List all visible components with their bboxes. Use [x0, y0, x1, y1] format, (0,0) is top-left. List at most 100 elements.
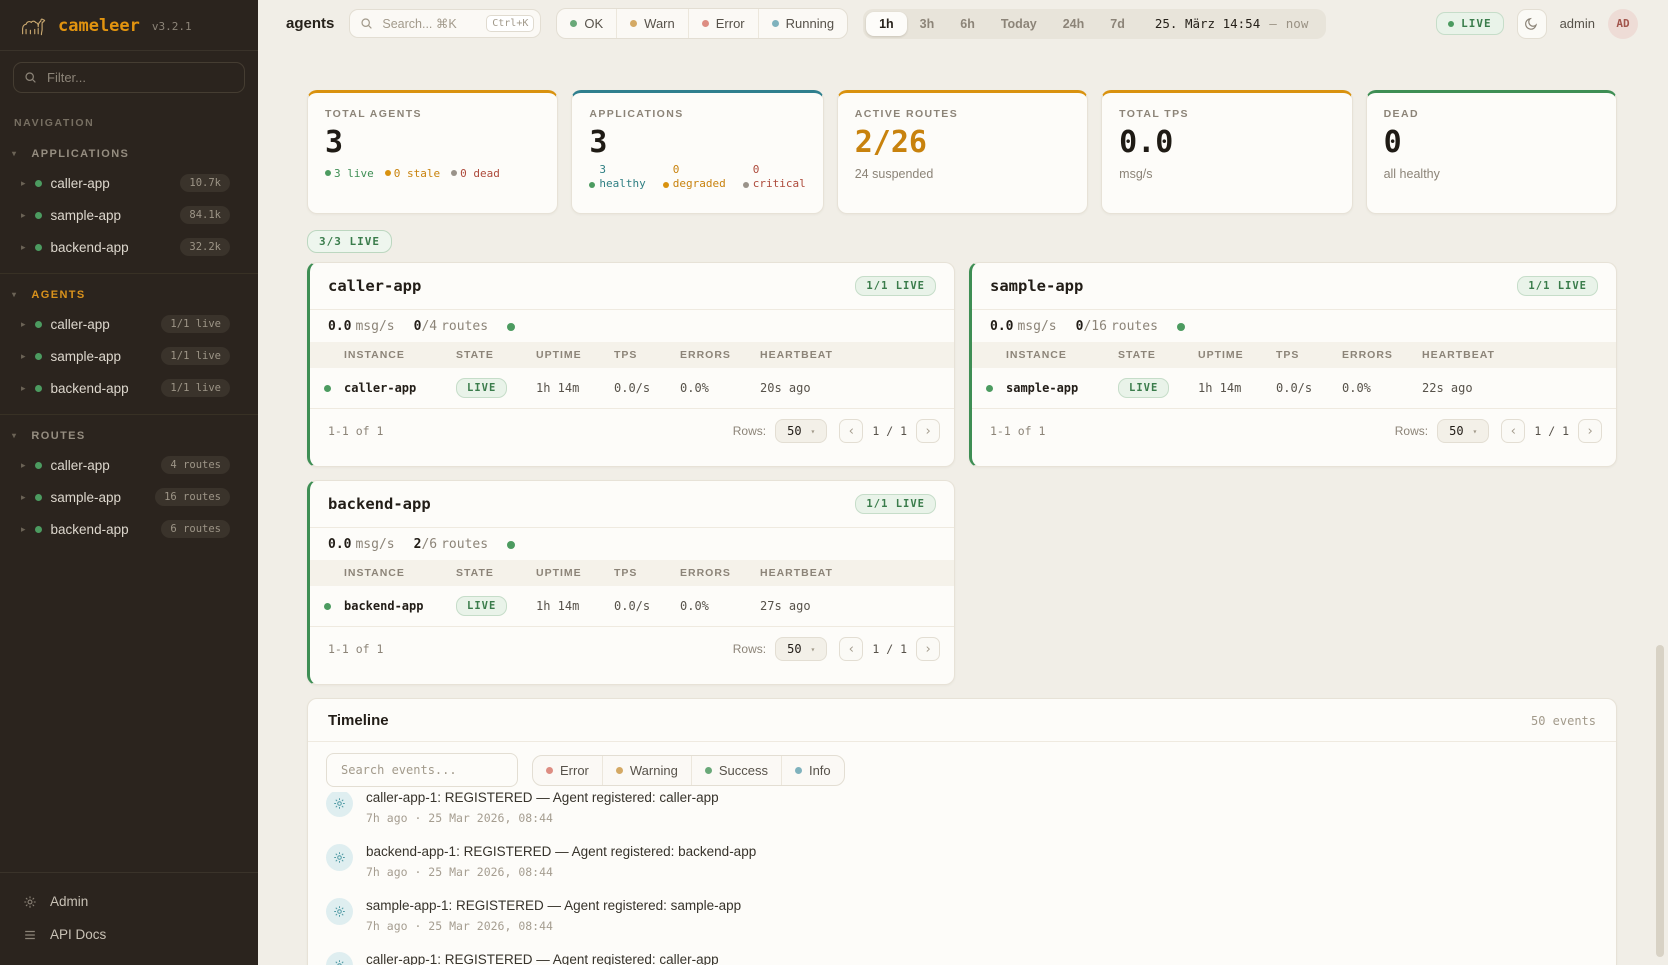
filter-label: OK — [584, 16, 603, 31]
table-row[interactable]: caller-app LIVE 1h 14m 0.0/s 0.0% 20s ag… — [310, 368, 954, 409]
chevron-left-icon: ‹ — [1509, 424, 1517, 439]
page-indicator: 1 / 1 — [1534, 424, 1569, 438]
status-dot — [35, 212, 42, 219]
page-scrollbar[interactable] — [1656, 645, 1664, 957]
page-indicator: 1 / 1 — [872, 424, 907, 438]
chevron-right-icon: ▸ — [21, 525, 26, 534]
next-page-button[interactable]: › — [916, 637, 940, 661]
range-today[interactable]: Today — [988, 12, 1050, 36]
timeline-events-list[interactable]: caller-app-1: REGISTERED — Agent registe… — [308, 792, 1616, 965]
routes-total: /6 — [421, 537, 437, 552]
warn-status-dot — [630, 20, 637, 27]
rows-per-page-select[interactable]: 50 ▾ — [1437, 419, 1489, 443]
sidebar-item-sample-app[interactable]: ▸ sample-app 84.1k — [0, 199, 258, 231]
filter-success[interactable]: Success — [691, 756, 781, 785]
chevron-down-icon: ▾ — [1473, 427, 1478, 436]
range-24h[interactable]: 24h — [1050, 12, 1098, 36]
range-7d[interactable]: 7d — [1097, 12, 1138, 36]
filter-ok[interactable]: OK — [557, 9, 616, 38]
timeline-search-input[interactable] — [339, 762, 505, 778]
critical-dot — [743, 182, 749, 188]
app-card-title[interactable]: caller-app — [328, 277, 421, 295]
section-header-applications[interactable]: ▾ APPLICATIONS — [0, 141, 258, 167]
cell-tps: 0.0/s — [1276, 381, 1342, 395]
sidebar-item-sample-app-agents[interactable]: ▸ sample-app 1/1 live — [0, 340, 258, 372]
stale-dot — [385, 170, 391, 176]
theme-toggle-button[interactable] — [1517, 9, 1547, 39]
global-search[interactable]: Ctrl+K — [349, 9, 541, 38]
timeline-event[interactable]: caller-app-1: REGISTERED — Agent registe… — [326, 792, 1598, 834]
instance-status-dot — [986, 385, 993, 392]
range-1h[interactable]: 1h — [866, 12, 907, 36]
rows-per-page-select[interactable]: 50 ▾ — [775, 637, 827, 661]
col-instance: INSTANCE — [344, 567, 456, 579]
filter-error[interactable]: Error — [533, 756, 602, 785]
sidebar-filter-input[interactable] — [45, 69, 234, 86]
stat-card-active-routes: ACTIVE ROUTES 2/26 24 suspended — [837, 90, 1088, 214]
sidebar-item-api-docs[interactable]: API Docs — [0, 918, 258, 951]
table-footer: 1-1 of 1 Rows: 50 ▾ ‹ 1 / 1 › — [310, 627, 954, 673]
sidebar-item-backend-app[interactable]: ▸ backend-app 32.2k — [0, 231, 258, 263]
sidebar-item-caller-app[interactable]: ▸ caller-app 10.7k — [0, 167, 258, 199]
rate-value: 0.0 — [328, 319, 351, 334]
global-search-input[interactable] — [380, 16, 479, 32]
timeline-event[interactable]: caller-app-1: REGISTERED — Agent registe… — [326, 942, 1598, 965]
event-timestamp: 7h ago · 25 Mar 2026, 08:44 — [366, 811, 719, 825]
next-page-button[interactable]: › — [1578, 419, 1602, 443]
range-6h[interactable]: 6h — [947, 12, 988, 36]
col-state: STATE — [456, 349, 536, 361]
sidebar-item-backend-app-routes[interactable]: ▸ backend-app 6 routes — [0, 513, 258, 545]
filter-error[interactable]: Error — [688, 9, 758, 38]
info-status-dot — [795, 767, 802, 774]
app-card-title[interactable]: sample-app — [990, 277, 1083, 295]
prev-page-button[interactable]: ‹ — [839, 637, 863, 661]
timeline-search[interactable] — [326, 753, 518, 787]
section-header-agents[interactable]: ▾ AGENTS — [0, 282, 258, 308]
range-3h[interactable]: 3h — [907, 12, 948, 36]
timeline-event[interactable]: backend-app-1: REGISTERED — Agent regist… — [326, 834, 1598, 888]
table-row[interactable]: backend-app LIVE 1h 14m 0.0/s 0.0% 27s a… — [310, 586, 954, 627]
event-title: backend-app-1: REGISTERED — Agent regist… — [366, 844, 756, 861]
filter-running[interactable]: Running — [758, 9, 847, 38]
sidebar-item-caller-app-routes[interactable]: ▸ caller-app 4 routes — [0, 449, 258, 481]
chevron-down-icon: ▾ — [811, 645, 816, 654]
col-errors: ERRORS — [1342, 349, 1422, 361]
rows-per-page-value: 50 — [787, 642, 801, 656]
chevron-right-icon: ▸ — [21, 461, 26, 470]
app-card-backend-app: backend-app 1/1 LIVE 0.0msg/s 2/6routes … — [307, 480, 955, 685]
filter-info[interactable]: Info — [781, 756, 844, 785]
apps-live-summary-badge: 3/3 LIVE — [307, 230, 392, 253]
critical-count: 0 — [753, 163, 806, 177]
routes-unit: routes — [441, 537, 488, 552]
error-status-dot — [702, 20, 709, 27]
search-icon — [360, 17, 373, 30]
stat-label: TOTAL TPS — [1119, 108, 1334, 120]
nav-section-label: NAVIGATION — [0, 97, 258, 133]
table-row[interactable]: sample-app LIVE 1h 14m 0.0/s 0.0% 22s ag… — [972, 368, 1616, 409]
sidebar-item-caller-app-agents[interactable]: ▸ caller-app 1/1 live — [0, 308, 258, 340]
sidebar-item-sample-app-routes[interactable]: ▸ sample-app 16 routes — [0, 481, 258, 513]
rows-per-page-select[interactable]: 50 ▾ — [775, 419, 827, 443]
prev-page-button[interactable]: ‹ — [1501, 419, 1525, 443]
health-dot — [1177, 323, 1185, 331]
status-dot — [35, 244, 42, 251]
section-header-routes[interactable]: ▾ ROUTES — [0, 423, 258, 449]
filter-warn[interactable]: Warn — [616, 9, 688, 38]
app-card-title[interactable]: backend-app — [328, 495, 431, 513]
next-page-button[interactable]: › — [916, 419, 940, 443]
chevron-right-icon: ▸ — [21, 179, 26, 188]
sidebar-filter[interactable] — [13, 62, 245, 93]
section-label: APPLICATIONS — [31, 148, 129, 160]
col-instance: INSTANCE — [344, 349, 456, 361]
timeline-event[interactable]: sample-app-1: REGISTERED — Agent registe… — [326, 888, 1598, 942]
time-from: 25. März 14:54 — [1155, 16, 1260, 31]
sidebar-item-admin[interactable]: Admin — [0, 885, 258, 918]
item-label: backend-app — [51, 240, 172, 255]
sidebar-item-backend-app-agents[interactable]: ▸ backend-app 1/1 live — [0, 372, 258, 404]
avatar[interactable]: AD — [1608, 9, 1638, 39]
prev-page-button[interactable]: ‹ — [839, 419, 863, 443]
filter-label: Error — [560, 763, 589, 778]
stat-sub-stale: 0 stale — [394, 167, 440, 180]
event-title: sample-app-1: REGISTERED — Agent registe… — [366, 898, 741, 915]
filter-warning[interactable]: Warning — [602, 756, 691, 785]
